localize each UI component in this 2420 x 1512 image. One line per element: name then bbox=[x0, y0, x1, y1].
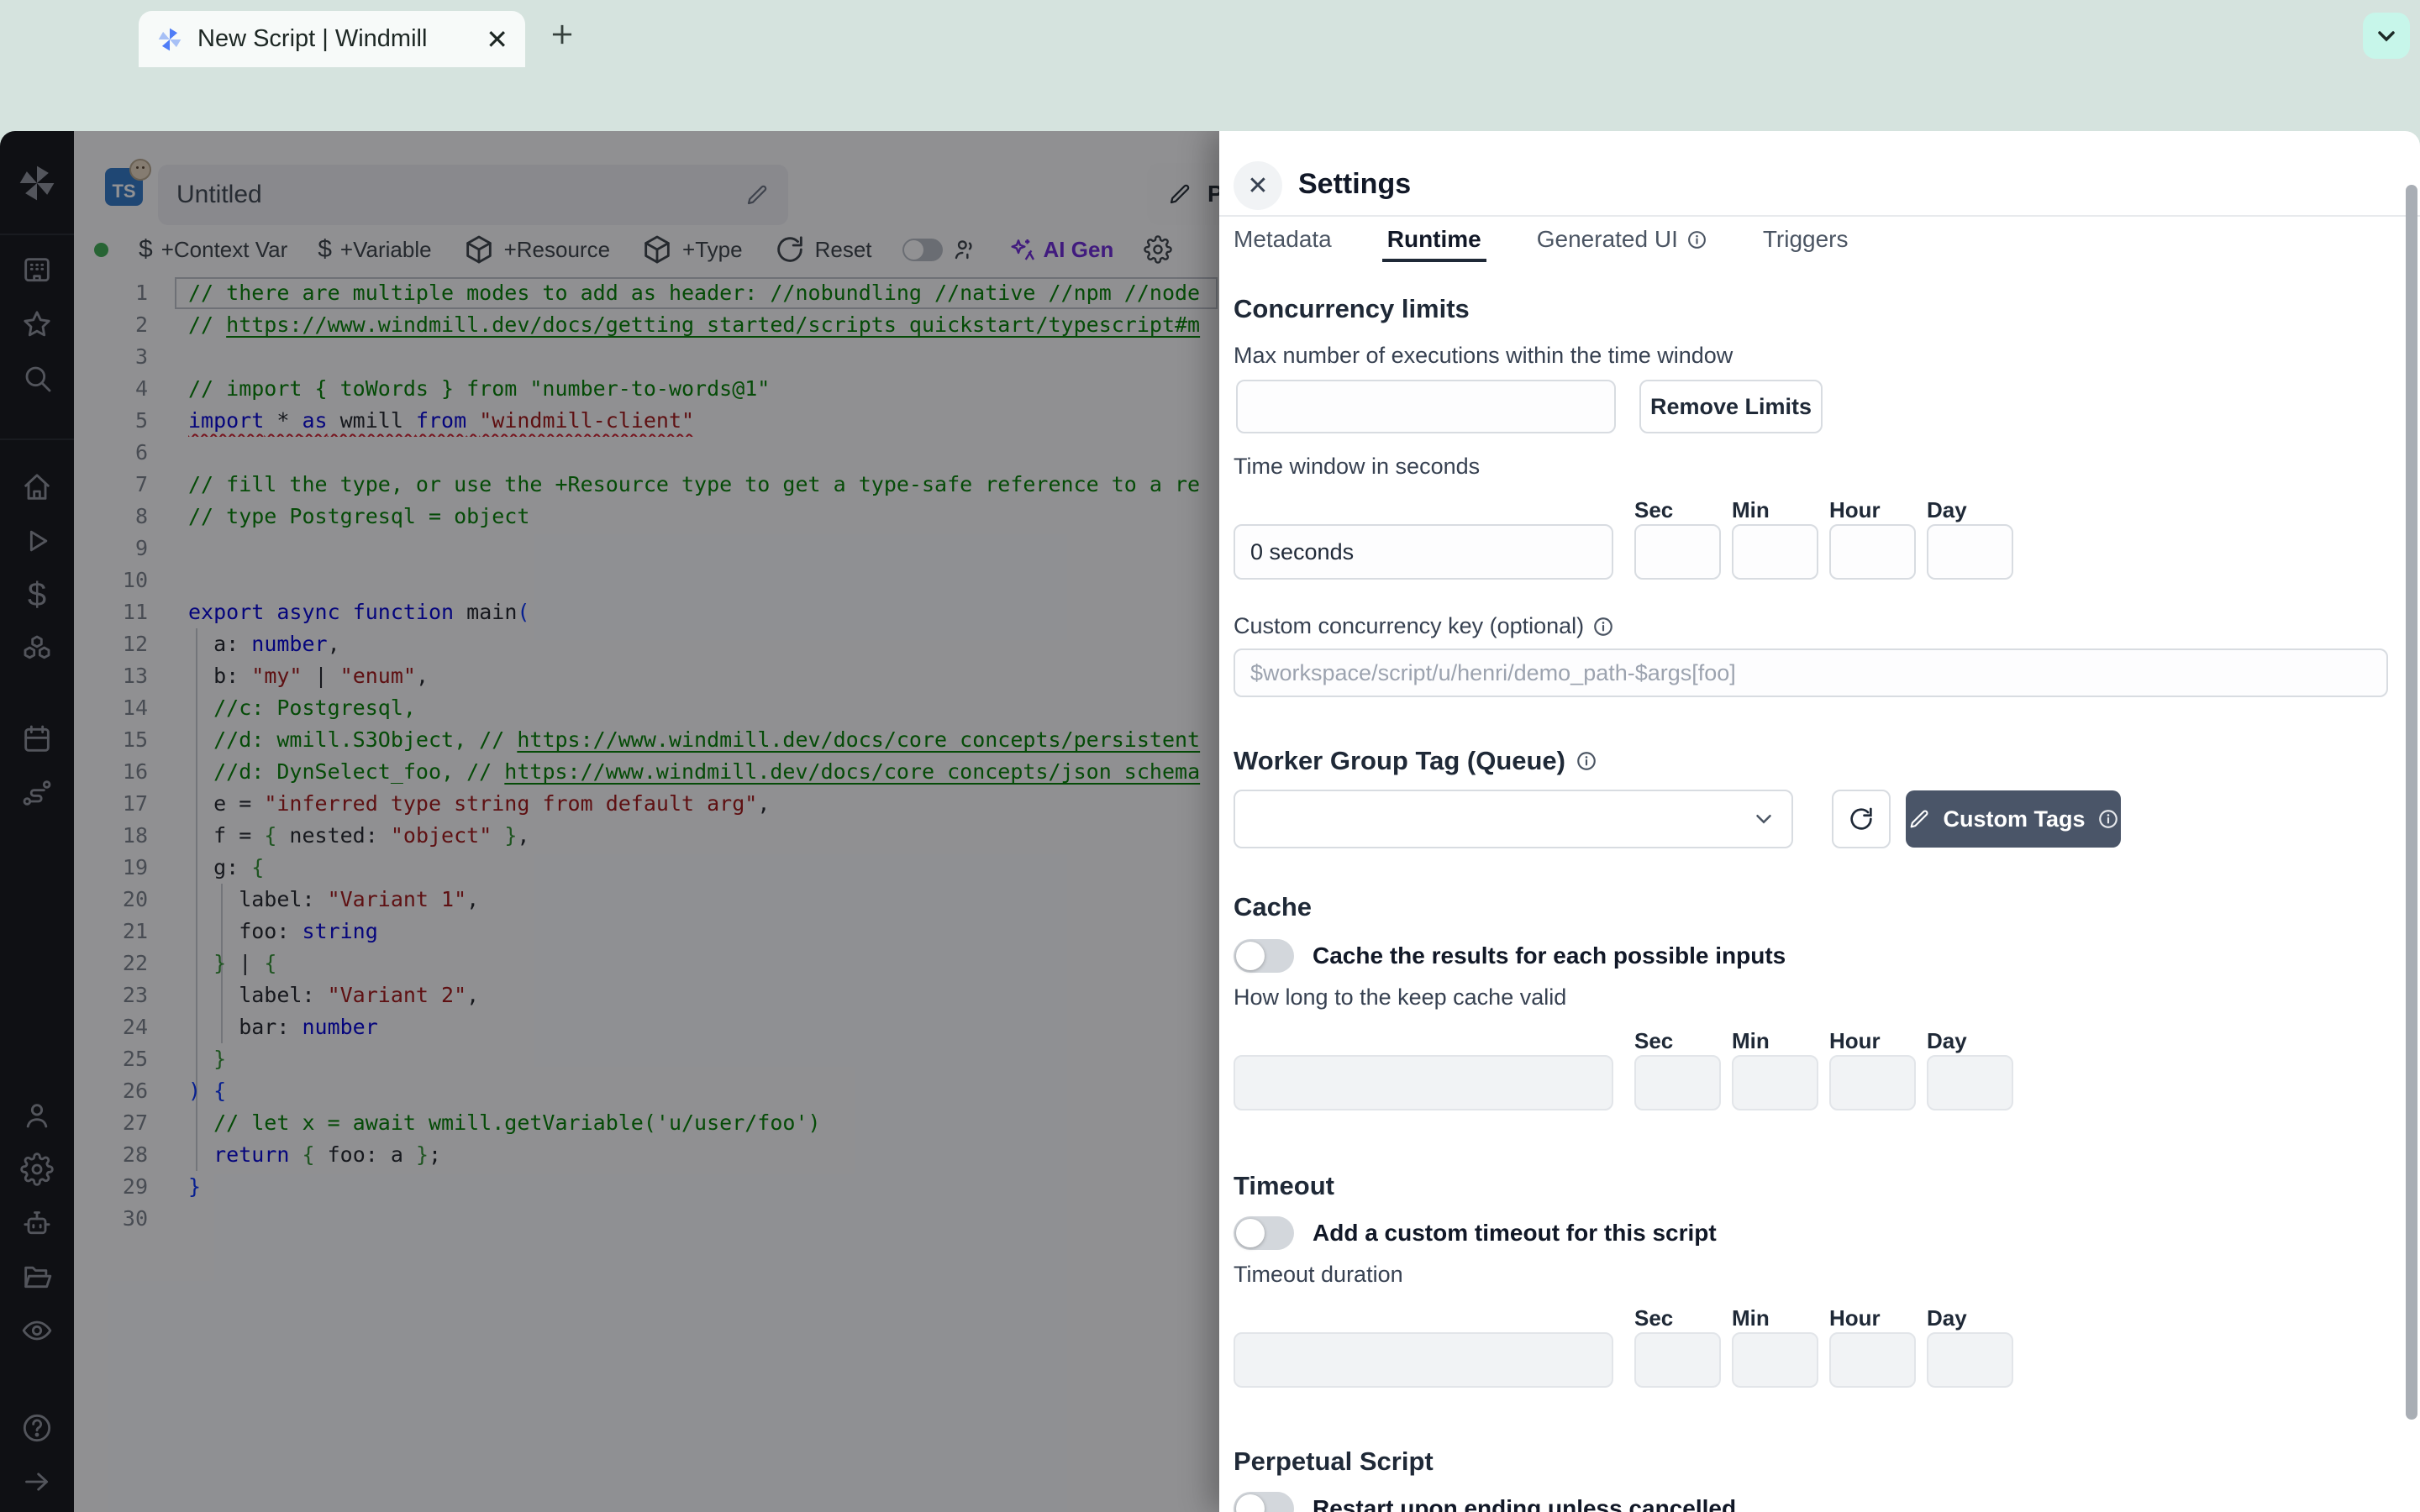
day-input[interactable] bbox=[1927, 1055, 2013, 1110]
unit-label-sec: Sec bbox=[1634, 497, 1732, 523]
remove-limits-button[interactable]: Remove Limits bbox=[1639, 380, 1823, 433]
day-input[interactable] bbox=[1927, 1332, 2013, 1388]
unit-label-hour: Hour bbox=[1829, 1305, 1927, 1331]
cache-toggle-row: Cache the results for each possible inpu… bbox=[1234, 939, 1786, 973]
unit-label-hour: Hour bbox=[1829, 1028, 1927, 1054]
unit-label-day: Day bbox=[1927, 497, 2024, 523]
unit-label-day: Day bbox=[1927, 1028, 2024, 1054]
tab-generated-ui[interactable]: Generated UI bbox=[1537, 217, 1707, 262]
cache-toggle[interactable] bbox=[1234, 939, 1294, 973]
unit-label-min: Min bbox=[1732, 1028, 1829, 1054]
custom-tags-label: Custom Tags bbox=[1943, 806, 2085, 832]
unit-label-day: Day bbox=[1927, 1305, 2024, 1331]
concurrency-heading: Concurrency limits bbox=[1234, 294, 1470, 324]
timeout-toggle[interactable] bbox=[1234, 1216, 1294, 1250]
timeout-duration-label: Timeout duration bbox=[1234, 1262, 1403, 1288]
info-icon bbox=[2097, 808, 2119, 830]
tab-triggers[interactable]: Triggers bbox=[1763, 217, 1849, 262]
time-window-label: Time window in seconds bbox=[1234, 454, 1480, 480]
drawer-backdrop[interactable] bbox=[0, 131, 1219, 1512]
windmill-app: $ TS Untitled Pa $+Context Var$+Variable… bbox=[0, 131, 2420, 1512]
day-input[interactable] bbox=[1927, 524, 2013, 580]
browser-tab[interactable]: New Script | Windmill ✕ bbox=[139, 11, 525, 67]
timeout-duration-input[interactable] bbox=[1234, 1332, 1613, 1388]
tab-runtime[interactable]: Runtime bbox=[1387, 217, 1481, 262]
new-tab-button[interactable] bbox=[546, 18, 578, 50]
settings-tabs: Metadata Runtime Generated UI Triggers bbox=[1234, 217, 1849, 262]
chevron-down-icon bbox=[1751, 806, 1776, 832]
perpetual-heading: Perpetual Script bbox=[1234, 1446, 1434, 1477]
timeout-toggle-row: Add a custom timeout for this script bbox=[1234, 1216, 1717, 1250]
custom-tags-button[interactable]: Custom Tags bbox=[1906, 790, 2121, 848]
panel-scrollbar[interactable] bbox=[2406, 185, 2417, 1420]
sec-input[interactable] bbox=[1634, 1055, 1721, 1110]
close-settings-button[interactable]: ✕ bbox=[1234, 161, 1282, 210]
worker-group-heading: Worker Group Tag (Queue) bbox=[1234, 746, 1597, 776]
unit-label-min: Min bbox=[1732, 497, 1829, 523]
perpetual-toggle-row: Restart upon ending unless cancelled bbox=[1234, 1492, 1736, 1512]
max-executions-input[interactable] bbox=[1236, 380, 1616, 433]
perpetual-toggle[interactable] bbox=[1234, 1492, 1294, 1512]
cache-duration-label: How long to the keep cache valid bbox=[1234, 984, 1566, 1011]
min-input[interactable] bbox=[1732, 1055, 1818, 1110]
sec-input[interactable] bbox=[1634, 524, 1721, 580]
hour-input[interactable] bbox=[1829, 1332, 1916, 1388]
unit-label-sec: Sec bbox=[1634, 1305, 1732, 1331]
browser-tab-strip: New Script | Windmill ✕ bbox=[0, 0, 2420, 67]
hour-input[interactable] bbox=[1829, 524, 1916, 580]
perpetual-toggle-label: Restart upon ending unless cancelled bbox=[1313, 1495, 1736, 1512]
min-input[interactable] bbox=[1732, 1332, 1818, 1388]
settings-title: Settings bbox=[1298, 168, 1411, 201]
time-window-value: 0 seconds bbox=[1234, 524, 1613, 580]
cache-toggle-label: Cache the results for each possible inpu… bbox=[1313, 942, 1786, 969]
custom-key-input[interactable]: $workspace/script/u/henri/demo_path-$arg… bbox=[1234, 648, 2388, 697]
min-input[interactable] bbox=[1732, 524, 1818, 580]
windmill-favicon bbox=[155, 25, 184, 54]
info-icon bbox=[1686, 229, 1707, 250]
sec-input[interactable] bbox=[1634, 1332, 1721, 1388]
unit-label-hour: Hour bbox=[1829, 497, 1927, 523]
tab-search-button[interactable] bbox=[2363, 13, 2410, 59]
cache-heading: Cache bbox=[1234, 892, 1312, 922]
tab-close-icon[interactable]: ✕ bbox=[486, 26, 508, 53]
hour-input[interactable] bbox=[1829, 1055, 1916, 1110]
refresh-tags-button[interactable] bbox=[1832, 790, 1891, 848]
settings-drawer: ✕ Settings Metadata Runtime Generated UI Tr… bbox=[1219, 131, 2420, 1512]
max-executions-label: Max number of executions within the time… bbox=[1234, 343, 1733, 369]
pencil-icon bbox=[1907, 807, 1931, 831]
tab-metadata[interactable]: Metadata bbox=[1234, 217, 1332, 262]
cache-duration-input[interactable] bbox=[1234, 1055, 1613, 1110]
custom-key-label: Custom concurrency key (optional) bbox=[1234, 613, 1614, 639]
browser-toolbar: app.windmill.dev/scripts/add#JTdCJTIyaGF… bbox=[0, 67, 2420, 131]
unit-label-sec: Sec bbox=[1634, 1028, 1732, 1054]
timeout-toggle-label: Add a custom timeout for this script bbox=[1313, 1220, 1717, 1247]
info-icon[interactable] bbox=[1576, 750, 1597, 772]
tab-title: New Script | Windmill bbox=[197, 25, 472, 53]
refresh-icon bbox=[1847, 805, 1876, 833]
unit-label-min: Min bbox=[1732, 1305, 1829, 1331]
timeout-heading: Timeout bbox=[1234, 1171, 1334, 1201]
info-icon[interactable] bbox=[1592, 616, 1614, 638]
custom-key-placeholder: $workspace/script/u/henri/demo_path-$arg… bbox=[1250, 660, 1736, 686]
worker-group-select[interactable] bbox=[1234, 790, 1793, 848]
